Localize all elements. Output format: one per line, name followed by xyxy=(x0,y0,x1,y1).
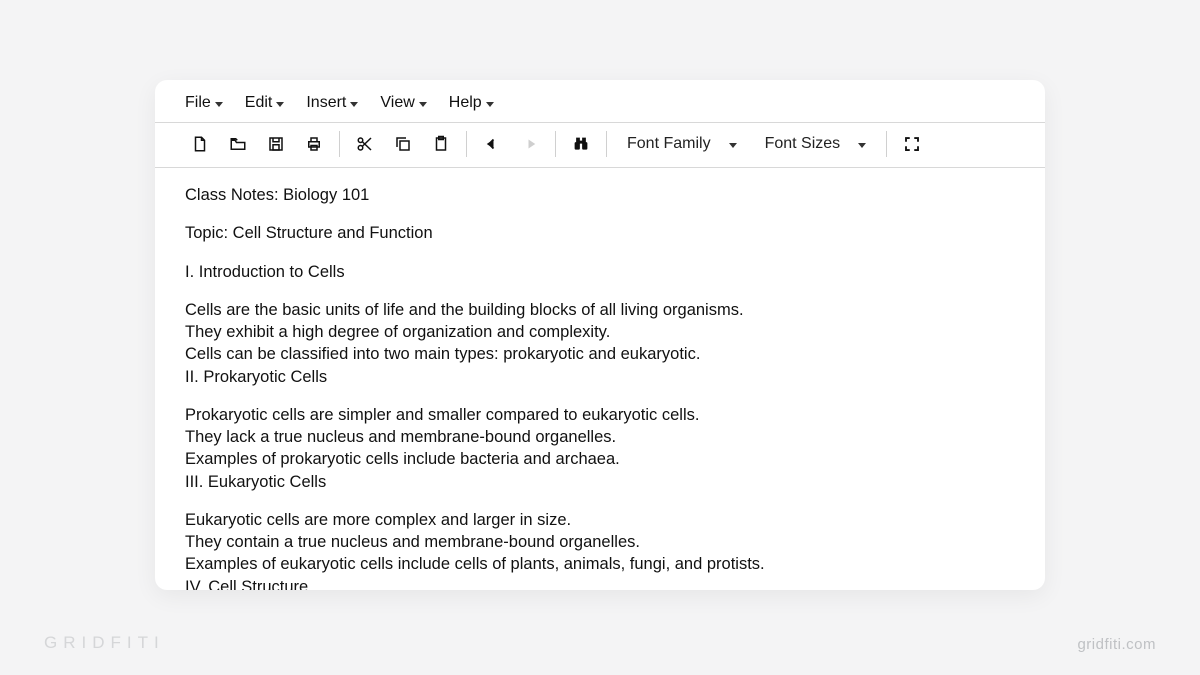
print-icon xyxy=(305,135,323,153)
toolbar: Font Family Font Sizes xyxy=(155,122,1045,168)
doc-title: Class Notes: Biology 101 xyxy=(185,184,1015,206)
expand-icon xyxy=(903,135,921,153)
undo-icon xyxy=(483,135,501,153)
doc-section2-heading: II. Prokaryotic Cells xyxy=(185,366,1015,388)
fullscreen-button[interactable] xyxy=(893,127,931,161)
caret-down-icon xyxy=(858,143,866,148)
menu-edit-label: Edit xyxy=(245,94,273,112)
caret-down-icon xyxy=(486,102,494,107)
open-button[interactable] xyxy=(219,127,257,161)
redo-icon xyxy=(521,135,539,153)
font-family-dropdown[interactable]: Font Family xyxy=(613,127,751,161)
watermark-url: gridfiti.com xyxy=(1077,636,1156,653)
doc-line: Prokaryotic cells are simpler and smalle… xyxy=(185,404,1015,426)
copy-button[interactable] xyxy=(384,127,422,161)
copy-icon xyxy=(394,135,412,153)
menu-help-label: Help xyxy=(449,94,482,112)
font-sizes-dropdown[interactable]: Font Sizes xyxy=(751,127,881,161)
menu-insert[interactable]: Insert xyxy=(306,94,358,112)
find-button[interactable] xyxy=(562,127,600,161)
doc-line: Examples of prokaryotic cells include ba… xyxy=(185,448,1015,470)
save-button[interactable] xyxy=(257,127,295,161)
paste-button[interactable] xyxy=(422,127,460,161)
doc-topic: Topic: Cell Structure and Function xyxy=(185,222,1015,244)
doc-section3-heading: III. Eukaryotic Cells xyxy=(185,471,1015,493)
redo-button[interactable] xyxy=(511,127,549,161)
toolbar-separator xyxy=(339,131,340,157)
menubar: File Edit Insert View Help xyxy=(155,80,1045,122)
caret-down-icon xyxy=(215,102,223,107)
clipboard-icon xyxy=(432,135,450,153)
menu-help[interactable]: Help xyxy=(449,94,494,112)
cut-button[interactable] xyxy=(346,127,384,161)
toolbar-separator xyxy=(555,131,556,157)
document-content[interactable]: Class Notes: Biology 101 Topic: Cell Str… xyxy=(155,168,1045,590)
document-icon xyxy=(191,135,209,153)
doc-line: They exhibit a high degree of organizati… xyxy=(185,321,1015,343)
menu-file[interactable]: File xyxy=(185,94,223,112)
binoculars-icon xyxy=(572,135,590,153)
caret-down-icon xyxy=(276,102,284,107)
doc-line: Cells can be classified into two main ty… xyxy=(185,343,1015,365)
doc-line: They lack a true nucleus and membrane-bo… xyxy=(185,426,1015,448)
menu-file-label: File xyxy=(185,94,211,112)
doc-line: Examples of eukaryotic cells include cel… xyxy=(185,553,1015,575)
save-icon xyxy=(267,135,285,153)
undo-button[interactable] xyxy=(473,127,511,161)
caret-down-icon xyxy=(729,143,737,148)
editor-window: File Edit Insert View Help xyxy=(155,80,1045,590)
caret-down-icon xyxy=(419,102,427,107)
font-family-label: Font Family xyxy=(627,135,711,153)
menu-view[interactable]: View xyxy=(380,94,426,112)
doc-line: They contain a true nucleus and membrane… xyxy=(185,531,1015,553)
scissors-icon xyxy=(356,135,374,153)
font-sizes-label: Font Sizes xyxy=(765,135,841,153)
toolbar-separator xyxy=(886,131,887,157)
menu-view-label: View xyxy=(380,94,414,112)
doc-section1-heading: I. Introduction to Cells xyxy=(185,261,1015,283)
doc-line: Cells are the basic units of life and th… xyxy=(185,299,1015,321)
watermark-brand: GRIDFITI xyxy=(44,633,165,653)
menu-insert-label: Insert xyxy=(306,94,346,112)
print-button[interactable] xyxy=(295,127,333,161)
toolbar-separator xyxy=(466,131,467,157)
doc-line: Eukaryotic cells are more complex and la… xyxy=(185,509,1015,531)
toolbar-separator xyxy=(606,131,607,157)
menu-edit[interactable]: Edit xyxy=(245,94,285,112)
new-document-button[interactable] xyxy=(181,127,219,161)
doc-section4-heading: IV. Cell Structure xyxy=(185,576,1015,590)
caret-down-icon xyxy=(350,102,358,107)
folder-open-icon xyxy=(229,135,247,153)
